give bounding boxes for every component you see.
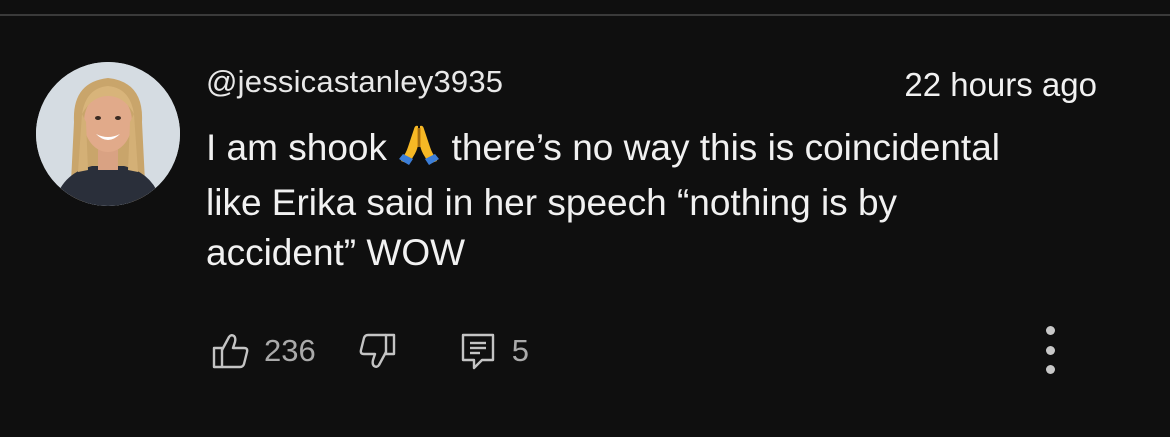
comment-author[interactable]: @jessicastanley3935 xyxy=(206,64,503,100)
more-vertical-icon-dot-2 xyxy=(1045,345,1055,355)
comment-line-1-start: I am shook xyxy=(206,127,398,168)
comment-line-1: I am shook there’s no way this is coinci… xyxy=(206,123,1136,178)
comment-line-3: accident” WOW xyxy=(206,232,466,273)
reply-count: 5 xyxy=(511,333,529,368)
comment-timestamp: 22 hours ago xyxy=(904,66,1097,103)
avatar-image xyxy=(36,62,180,206)
like-count: 236 xyxy=(264,333,316,368)
thumbs-up-icon xyxy=(212,334,249,369)
more-vertical-icon-dot-3 xyxy=(1045,365,1055,374)
more-vertical-icon-dot-1 xyxy=(1045,326,1055,335)
folded-hands-emoji xyxy=(399,123,440,178)
top-divider xyxy=(0,14,1170,16)
thumbs-down-icon xyxy=(359,333,395,368)
comment-text: I am shook there’s no way this is coinci… xyxy=(206,123,1136,278)
avatar[interactable] xyxy=(36,62,180,206)
comment-line-2: like Erika said in her speech “nothing i… xyxy=(206,182,898,223)
reply-comment-icon xyxy=(461,333,494,370)
dislike-button[interactable] xyxy=(358,333,396,369)
more-options-button[interactable] xyxy=(1036,322,1064,378)
comment-line-1-end: there’s no way this is coincidental xyxy=(441,127,1000,168)
reply-button[interactable] xyxy=(460,332,496,370)
like-button[interactable] xyxy=(212,333,250,369)
comment-card: @jessicastanley3935 22 hours ago I am sh… xyxy=(0,0,1170,437)
comment-actions: 236 5 xyxy=(212,326,529,376)
